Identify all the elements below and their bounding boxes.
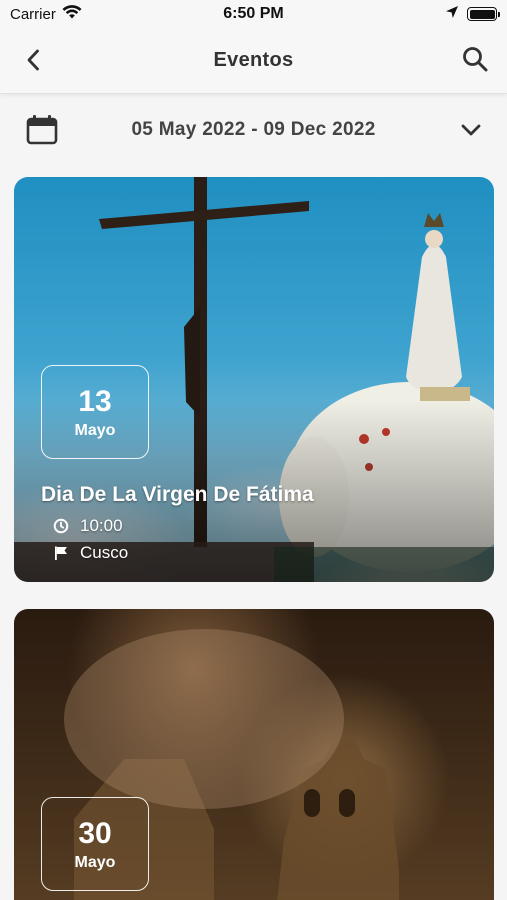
date-range-label: 05 May 2022 - 09 Dec 2022 (131, 119, 376, 140)
clock-icon (52, 517, 70, 535)
chevron-down-icon[interactable] (459, 118, 483, 142)
event-card[interactable]: 30 Mayo (14, 609, 494, 900)
back-icon (26, 49, 40, 76)
carrier-label: Carrier (10, 5, 56, 23)
status-left: Carrier (10, 5, 82, 23)
event-place: Cusco (80, 543, 129, 562)
location-arrow-icon (445, 5, 459, 23)
page-title: Eventos (213, 49, 294, 71)
status-bar: Carrier 6:50 PM (0, 0, 507, 28)
battery-icon (467, 7, 500, 21)
event-time: 10:00 (80, 516, 123, 535)
calendar-icon (26, 114, 58, 146)
nav-bar: Eventos (0, 28, 507, 94)
event-date-badge: 13 Mayo (41, 365, 149, 459)
event-title: Dia De La Virgen De Fátima (41, 483, 314, 506)
date-range-filter[interactable]: 05 May 2022 - 09 Dec 2022 (0, 96, 507, 164)
flag-icon (52, 544, 70, 562)
search-icon (461, 45, 489, 78)
event-day: 30 (78, 817, 112, 850)
wifi-icon (62, 5, 82, 23)
back-button[interactable] (18, 47, 48, 77)
event-day: 13 (78, 385, 112, 418)
event-time-row: 10:00 (52, 516, 123, 536)
event-month: Mayo (74, 422, 116, 439)
event-date-badge: 30 Mayo (41, 797, 149, 891)
status-right (445, 5, 500, 23)
event-month: Mayo (74, 854, 116, 871)
search-button[interactable] (459, 45, 491, 77)
event-place-row: Cusco (52, 543, 128, 563)
event-card[interactable]: 13 Mayo Dia De La Virgen De Fátima 10:00… (14, 177, 494, 582)
